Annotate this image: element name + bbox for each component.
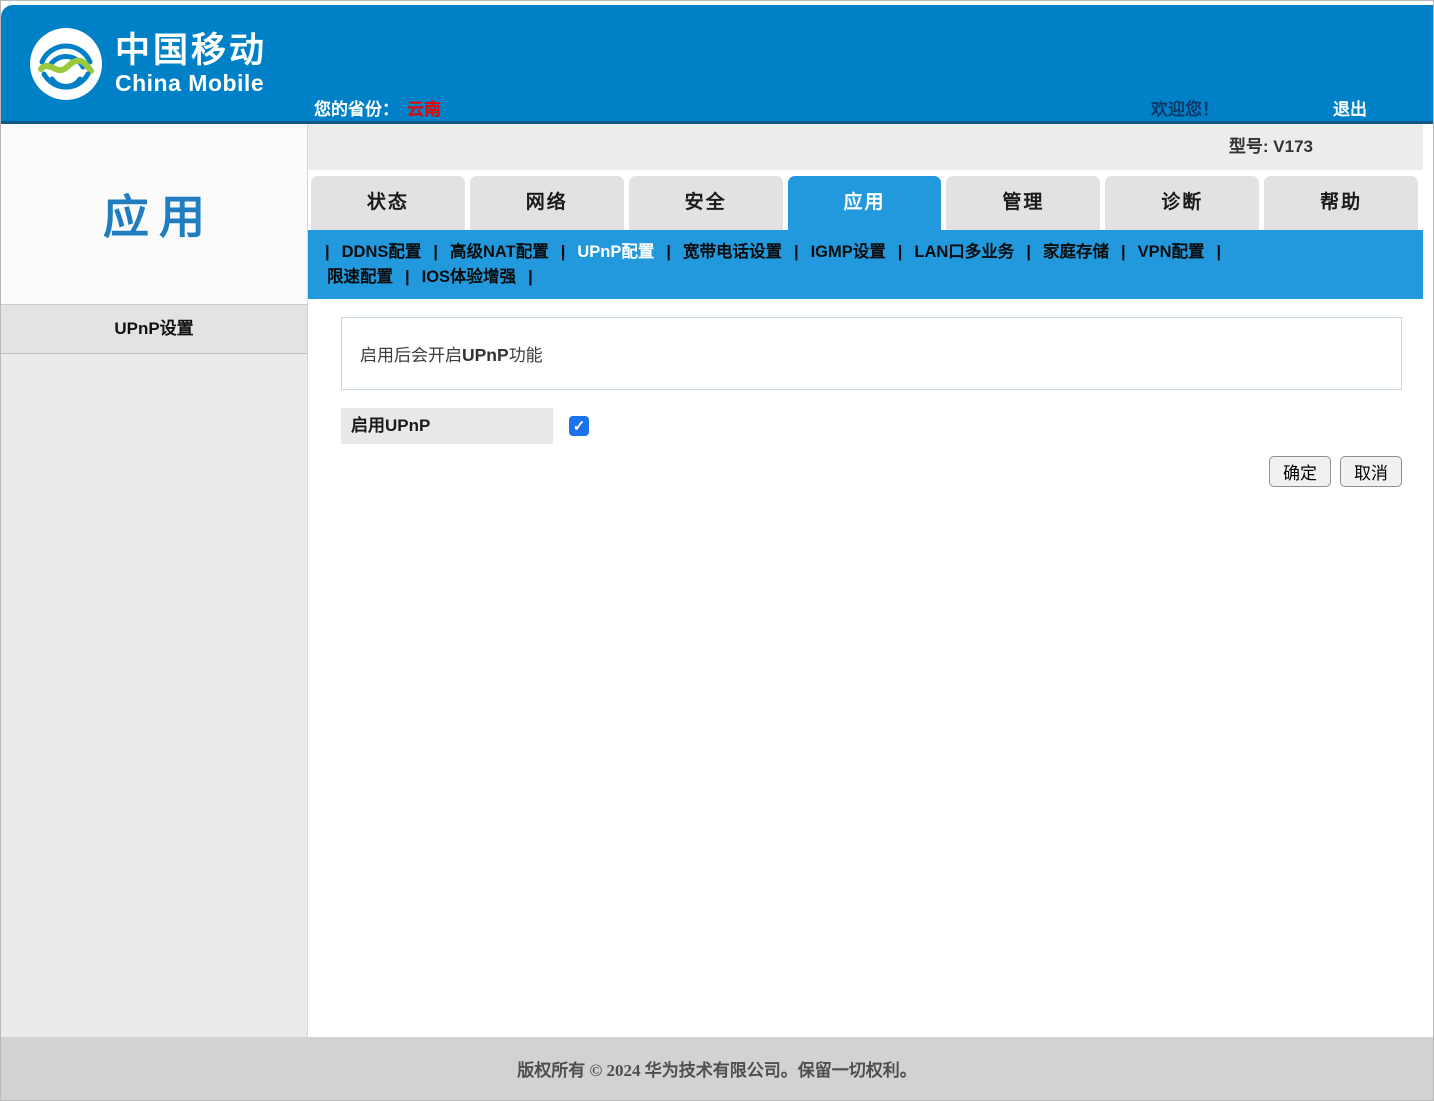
sidebar-item-upnp-settings[interactable]: UPnP设置 [1,304,307,354]
china-mobile-logo: 中国移动 China Mobile [29,27,267,101]
content-panel: 启用后会开启UPnP功能 启用UPnP ✓ 确定 取消 [308,299,1423,1037]
subnav-separator: | [794,243,799,261]
logo-text-cn: 中国移动 [115,33,267,68]
main-column: 型号: V173 状态 网络 安全 应用 管理 诊断 帮助 | DDNS配置 | 高级… [308,124,1423,1037]
subnav-item-home-storage[interactable]: 家庭存储 [1043,243,1109,261]
tab-status[interactable]: 状态 [311,176,465,230]
subnav-item-broadband-phone[interactable]: 宽带电话设置 [683,243,782,261]
action-buttons: 确定 取消 [308,456,1402,487]
footer: 版权所有 © 2024 华为技术有限公司。保留一切权利。 [1,1037,1433,1100]
subnav-item-advanced-nat[interactable]: 高级NAT配置 [450,243,549,261]
cancel-button[interactable]: 取消 [1340,456,1402,487]
tab-help[interactable]: 帮助 [1264,176,1418,230]
copyright-text: 版权所有 © 2024 华为技术有限公司。保留一切权利。 [517,1056,916,1081]
tab-management[interactable]: 管理 [946,176,1100,230]
subnav-item-upnp[interactable]: UPnP配置 [577,243,654,261]
subnav-bar: | DDNS配置 | 高级NAT配置 | UPnP配置 | 宽带电话设置 | IGMP设置 | LAN… [308,230,1423,299]
subnav-separator: | [1121,243,1126,261]
info-text-upnp: UPnP [462,345,509,365]
china-mobile-logo-icon [29,27,103,101]
logo-text-en: China Mobile [115,72,267,95]
subnav-item-rate-limit[interactable]: 限速配置 [327,268,393,286]
subnav-separator: | [528,268,533,286]
info-text-prefix: 启用后会开启 [360,346,462,365]
tab-security[interactable]: 安全 [629,176,783,230]
subnav-item-vpn[interactable]: VPN配置 [1138,243,1205,261]
upnp-info-box: 启用后会开启UPnP功能 [341,317,1402,390]
sidebar-filler [1,354,307,1037]
header-bottom-bar: 您的省份： 云南 欢迎您！ 退出 [1,95,1433,119]
tab-diagnosis[interactable]: 诊断 [1105,176,1259,230]
router-admin-page: 中国移动 China Mobile 您的省份： 云南 欢迎您！ 退出 应用 UPn… [0,0,1434,1101]
province-label: 您的省份： 云南 [314,95,441,120]
tab-network[interactable]: 网络 [470,176,624,230]
province-label-text: 您的省份： [314,100,399,119]
sidebar-section-title: 应用 [93,181,215,247]
logo-text: 中国移动 China Mobile [115,33,267,95]
subnav-separator: | [325,243,330,261]
subnav-separator: | [666,243,671,261]
subnav-separator: | [1026,243,1031,261]
info-text-suffix: 功能 [509,346,543,365]
model-label: 型号: V173 [308,124,1423,170]
subnav-separator: | [561,243,566,261]
enable-upnp-label-en: UPnP [385,416,430,435]
ok-button[interactable]: 确定 [1269,456,1331,487]
main-tabs: 状态 网络 安全 应用 管理 诊断 帮助 [308,176,1423,230]
welcome-text: 欢迎您！ [1151,95,1219,120]
enable-upnp-row: 启用UPnP ✓ [341,408,1423,444]
subnav-separator: | [433,243,438,261]
logout-button[interactable]: 退出 [1333,95,1367,120]
enable-upnp-checkbox[interactable]: ✓ [569,416,589,436]
subnav-item-igmp[interactable]: IGMP设置 [811,243,886,261]
subnav-item-ddns[interactable]: DDNS配置 [342,243,422,261]
body-row: 应用 UPnP设置 型号: V173 状态 网络 安全 应用 管理 诊断 帮助 … [1,124,1433,1037]
province-value-link[interactable]: 云南 [407,100,441,119]
tab-application[interactable]: 应用 [788,176,942,230]
subnav-separator: | [405,268,410,286]
subnav-separator: | [1217,243,1222,261]
sidebar-title-wrap: 应用 [1,124,307,304]
subnav-item-ios-experience[interactable]: IOS体验增强 [422,268,516,286]
checkmark-icon: ✓ [573,417,586,435]
subnav-item-lan-multi-service[interactable]: LAN口多业务 [914,243,1014,261]
enable-upnp-label: 启用UPnP [341,408,553,444]
header: 中国移动 China Mobile 您的省份： 云南 欢迎您！ 退出 [1,5,1433,124]
sidebar: 应用 UPnP设置 [1,124,308,1037]
enable-upnp-label-cn: 启用 [351,416,385,435]
subnav-separator: | [898,243,903,261]
